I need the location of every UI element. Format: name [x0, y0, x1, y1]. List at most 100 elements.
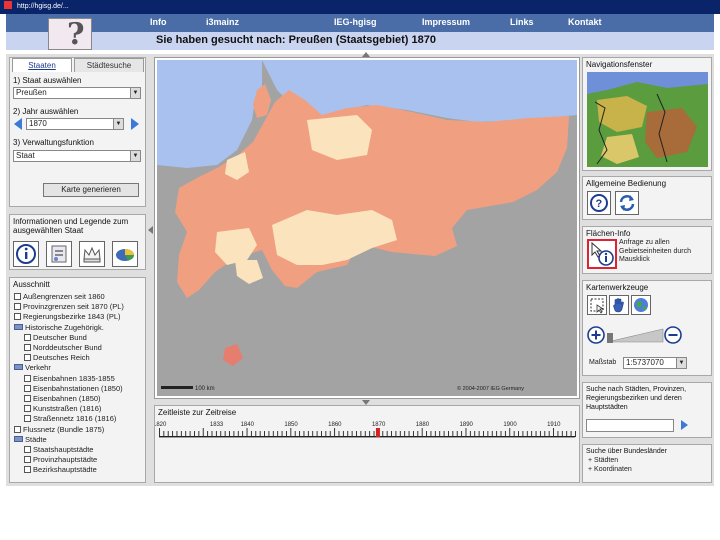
chevron-down-icon[interactable]: ▼ — [676, 358, 686, 368]
timeline-year-label[interactable]: 1870 — [372, 422, 386, 428]
info-button[interactable] — [13, 241, 39, 267]
prev-year-arrow-icon[interactable] — [14, 118, 22, 130]
globe-button[interactable] — [631, 295, 651, 315]
timeline-tick — [399, 431, 401, 437]
legend-row[interactable]: Norddeutscher Bund — [24, 343, 102, 352]
chevron-down-icon[interactable]: ▼ — [113, 119, 123, 129]
legend-row[interactable]: Städte — [14, 435, 47, 444]
timeline-year-label[interactable]: 1880 — [416, 422, 430, 428]
tab-staaten[interactable]: Staaten — [12, 58, 72, 72]
timeline-year-label[interactable]: 1860 — [328, 422, 342, 428]
legend-row[interactable]: Flussnetz (Bundle 1875) — [14, 425, 104, 434]
timeline-tick — [561, 431, 563, 437]
layer-checkbox[interactable] — [24, 466, 31, 474]
overview-map[interactable] — [587, 72, 708, 167]
generate-map-button[interactable]: Karte generieren — [43, 183, 139, 197]
nav-ieg-hgisg[interactable]: IEG-hgisg — [334, 17, 377, 27]
layer-checkbox[interactable] — [24, 395, 31, 402]
population-button[interactable] — [46, 241, 72, 267]
layer-checkbox[interactable] — [14, 303, 21, 311]
layer-checkbox[interactable] — [24, 405, 31, 413]
tab-staedtesuche[interactable]: Städtesuche — [74, 58, 144, 72]
timeline-ruler[interactable]: 1820 1833 1840 1850 1860 1870 1880 1890 1900 1910 — [155, 420, 579, 460]
chevron-down-icon[interactable]: ▼ — [130, 88, 140, 98]
layer-checkbox[interactable] — [14, 293, 21, 300]
map-canvas[interactable]: 100 km © 2004-2007 IEG Germany — [157, 60, 577, 396]
timeline-year-label[interactable]: 1820 — [155, 422, 167, 428]
timeline-year-label[interactable]: 1840 — [241, 422, 255, 428]
scale-select[interactable]: 1:5737070 ▼ — [623, 357, 687, 369]
layer-checkbox[interactable] — [24, 354, 31, 362]
timeline-year-label[interactable]: 1910 — [547, 422, 561, 428]
refresh-button[interactable] — [615, 191, 639, 215]
legend-row[interactable]: Außengrenzen seit 1860 — [14, 292, 105, 301]
search-title: Suche nach Städten, Provinzen, Regierung… — [586, 386, 687, 411]
legend-row[interactable]: Verkehr — [14, 363, 51, 372]
site-logo[interactable]: ? — [48, 17, 92, 52]
function-select-value: Staat — [16, 151, 35, 160]
legend-row[interactable]: Historische Zugehörigk. — [14, 323, 104, 332]
pan-up-arrow-icon[interactable] — [362, 52, 370, 57]
folder-icon[interactable] — [14, 364, 23, 371]
area-info-button[interactable] — [587, 239, 617, 269]
layer-checkbox[interactable] — [14, 425, 21, 433]
cursor-info-icon — [591, 241, 614, 266]
search-go-arrow-icon[interactable] — [681, 420, 688, 430]
legend-row[interactable]: Eisenbahnen 1835-1855 — [24, 374, 115, 383]
legend-row[interactable]: Eisenbahnen (1850) — [24, 394, 101, 403]
legend-row[interactable]: Provinzgrenzen seit 1870 (PL) — [14, 302, 124, 311]
timeline-tick — [417, 431, 419, 437]
layer-checkbox[interactable] — [24, 344, 31, 351]
crown-button[interactable] — [79, 241, 105, 267]
legend-row[interactable]: Bezirkshauptstädte — [24, 465, 97, 474]
chevron-down-icon[interactable]: ▼ — [130, 151, 140, 161]
statistics-button[interactable] — [112, 241, 138, 267]
zoom-box-button[interactable] — [587, 295, 607, 315]
legend-row[interactable]: Regierungsbezirke 1843 (PL) — [14, 312, 121, 321]
layer-checkbox[interactable] — [24, 415, 31, 423]
pan-left-arrow-icon[interactable] — [148, 226, 153, 234]
next-year-arrow-icon[interactable] — [131, 118, 139, 130]
legend-row[interactable]: Deutscher Bund — [24, 333, 87, 342]
zoom-slider[interactable] — [587, 325, 683, 349]
nav-info[interactable]: Info — [150, 17, 167, 27]
timeline-tick — [329, 431, 331, 437]
layer-checkbox[interactable] — [24, 456, 31, 464]
nav-impressum[interactable]: Impressum — [422, 17, 470, 27]
timeline-tick — [443, 431, 445, 437]
legend-row[interactable]: Provinzhauptstädte — [24, 455, 97, 464]
nav-links[interactable]: Links — [510, 17, 534, 27]
timeline-selected-marker[interactable] — [375, 428, 380, 437]
timeline-tick — [434, 431, 436, 437]
nav-kontakt[interactable]: Kontakt — [568, 17, 602, 27]
year-select[interactable]: 1870 ▼ — [26, 118, 124, 130]
folder-icon[interactable] — [14, 435, 23, 442]
legend-row[interactable]: Kunststraßen (1816) — [24, 404, 101, 413]
layer-checkbox[interactable] — [14, 313, 21, 321]
timeline-year-label[interactable]: 1833 — [210, 422, 224, 428]
map-viewport[interactable]: 100 km © 2004-2007 IEG Germany — [154, 57, 580, 399]
link-cities[interactable]: + Städten — [588, 457, 618, 464]
layer-checkbox[interactable] — [24, 374, 31, 382]
layer-checkbox[interactable] — [24, 446, 31, 453]
folder-icon[interactable] — [14, 323, 23, 330]
timeline-year-label[interactable]: 1850 — [284, 422, 298, 428]
layer-checkbox[interactable] — [24, 333, 31, 341]
legend-row[interactable]: Straßennetz 1816 (1816) — [24, 414, 116, 423]
search-input[interactable] — [586, 419, 674, 432]
link-coordinates[interactable]: + Koordinaten — [588, 466, 632, 473]
pan-hand-button[interactable] — [609, 295, 629, 315]
state-select[interactable]: Preußen ▼ — [13, 87, 141, 99]
general-title: Allgemeine Bedienung — [586, 179, 667, 188]
browser-address-bar[interactable]: http://hgisg.de/... — [0, 0, 720, 14]
layer-checkbox[interactable] — [24, 384, 31, 392]
legend-row[interactable]: Eisenbahnstationen (1850) — [24, 384, 123, 393]
timeline-year-label[interactable]: 1900 — [503, 422, 517, 428]
legend-row[interactable]: Deutsches Reich — [24, 353, 90, 362]
function-select[interactable]: Staat ▼ — [13, 150, 141, 162]
timeline-tick — [430, 431, 432, 437]
timeline-year-label[interactable]: 1890 — [460, 422, 474, 428]
nav-i3mainz[interactable]: i3mainz — [206, 17, 239, 27]
help-button[interactable]: ? — [587, 191, 611, 215]
legend-row[interactable]: Staatshauptstädte — [24, 445, 93, 454]
